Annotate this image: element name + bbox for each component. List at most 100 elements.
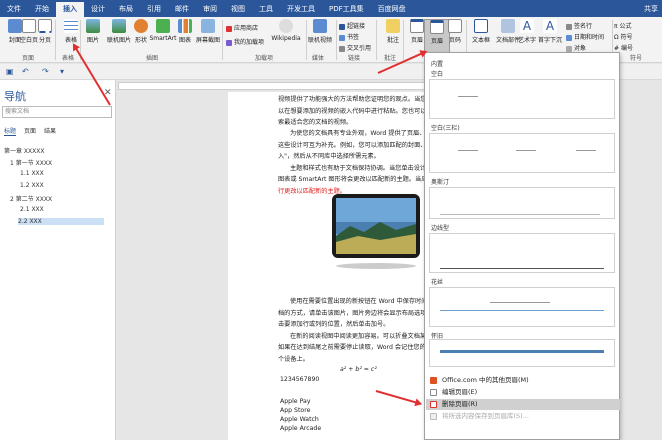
my-addins-button[interactable]: 我的加载项 (226, 37, 264, 46)
online-video-button[interactable]: 联机视频 (306, 19, 334, 44)
placeholder-line (516, 150, 536, 151)
comment-icon (386, 19, 400, 33)
undo-icon[interactable]: ↶ (22, 67, 29, 76)
screenshot-icon (201, 19, 215, 33)
gallery-label: 花丝 (431, 279, 444, 286)
tab-tools[interactable]: 工具 (252, 2, 280, 17)
header-template-austin[interactable] (429, 187, 615, 219)
nav-heading-item[interactable]: 1 第一节 XXXX (10, 158, 52, 167)
picture-button[interactable]: 图片 (80, 19, 106, 44)
signature-line-button[interactable]: 签名行 (566, 21, 592, 30)
remove-header-menu-item[interactable]: 删除页眉(R) (426, 399, 620, 410)
doc-paragraph-line: 击要添加行或列的位置，然后单击加号。 (278, 321, 390, 328)
page-number-button[interactable]: 页码 (442, 19, 468, 44)
tab-pdf-tools[interactable]: PDF工具集 (322, 2, 371, 17)
header-template-filigree[interactable] (429, 287, 615, 327)
edit-header-icon (430, 389, 437, 396)
nav-title: 导航 (4, 90, 26, 103)
group-separator (336, 20, 337, 60)
placeholder-line (458, 150, 478, 151)
group-label-symbols: 符号 (630, 55, 643, 62)
wikipedia-icon (279, 19, 293, 33)
bookmark-icon (339, 34, 345, 41)
doc-paragraph-line: 索最适合您的文档的视频。 (278, 119, 353, 126)
equation-button[interactable]: π 公式 (614, 21, 632, 30)
calendar-icon (566, 34, 572, 41)
text-box-button[interactable]: 文本框 (468, 19, 494, 44)
save-icon[interactable]: ▣ (6, 67, 14, 76)
remove-header-icon (430, 401, 437, 408)
object-button[interactable]: 对象 (566, 43, 586, 52)
nav-search-input[interactable]: 搜索文档 (2, 106, 112, 118)
group-label-media: 媒体 (312, 55, 325, 62)
equation-text: a² + b² = c² (340, 366, 377, 373)
table-icon (64, 19, 78, 33)
symbol-button[interactable]: Ω 符号 (614, 32, 633, 41)
video-icon (313, 19, 327, 33)
share-button[interactable]: 共享 (644, 2, 662, 17)
header-template-blank-three-column[interactable] (429, 133, 615, 173)
screenshot-button[interactable]: 屏幕截图 (194, 19, 222, 44)
tab-design[interactable]: 设计 (84, 2, 112, 17)
group-label-comments: 批注 (384, 55, 397, 62)
cross-reference-icon (339, 45, 345, 52)
nav-heading-item-selected[interactable]: 2.2 XXX (18, 218, 104, 225)
drop-cap-button[interactable]: A 首字下沉 (536, 19, 564, 44)
group-label-links: 链接 (348, 55, 361, 62)
wordart-icon: A (520, 19, 534, 33)
tab-mailings[interactable]: 邮件 (168, 2, 196, 17)
gallery-label: 边线型 (431, 225, 450, 232)
bookmark-button[interactable]: 书签 (339, 32, 359, 41)
group-separator (55, 20, 56, 60)
nav-heading-item[interactable]: 2.1 XXX (20, 206, 44, 213)
cross-reference-button[interactable]: 交叉引用 (339, 43, 371, 52)
tab-file[interactable]: 文件 (0, 2, 28, 17)
date-time-button[interactable]: 日期和时间 (566, 32, 604, 41)
tab-baidu-netdisk[interactable]: 百度网盘 (371, 2, 413, 17)
page-number-icon (448, 19, 462, 33)
header-template-blank[interactable] (429, 79, 615, 119)
nav-heading-item[interactable]: 1.1 XXX (20, 170, 44, 177)
doc-paragraph-line: 个设备上。 (278, 356, 309, 363)
shapes-icon (134, 19, 148, 33)
number-icon: # (614, 45, 621, 52)
online-picture-icon (112, 19, 126, 33)
tablet-landscape-image[interactable] (330, 192, 422, 272)
tab-review[interactable]: 审阅 (196, 2, 224, 17)
list-item: Apple Arcade (280, 425, 322, 432)
placeholder-line (440, 214, 600, 215)
tab-view[interactable]: 视图 (224, 2, 252, 17)
header-template-sideline[interactable] (429, 233, 615, 273)
nav-tab-results[interactable]: 结果 (44, 126, 56, 135)
edit-header-menu-item[interactable]: 编辑页眉(E) (426, 387, 620, 398)
placeholder-line (458, 96, 478, 97)
nav-heading-item[interactable]: 1.2 XXX (20, 182, 44, 189)
tab-home[interactable]: 开始 (28, 2, 56, 17)
header-dropdown-menu: 内置 空白 空白(三栏) 奥斯汀 边线型 花丝 怀旧 Office.com 中的… (424, 52, 620, 440)
numbering-button[interactable]: # 编号 (614, 43, 633, 52)
more-headers-from-office-menu-item[interactable]: Office.com 中的其他页眉(M) (426, 375, 620, 386)
tab-insert[interactable]: 插入 (56, 2, 84, 17)
placeholder-line (440, 350, 604, 353)
group-separator (376, 20, 377, 60)
redo-icon[interactable]: ↷ (42, 67, 49, 76)
nav-heading-item[interactable]: 第一章 XXXXX (4, 146, 44, 155)
group-label-illustrations: 插图 (146, 55, 159, 62)
placeholder-line (440, 310, 604, 311)
nav-heading-item[interactable]: 2 第二节 XXXX (10, 194, 52, 203)
navigation-pane: 导航 ✕ 搜索文档 标题 页面 结果 第一章 XXXXX 1 第一节 XXXX … (0, 80, 116, 440)
app-store-button[interactable]: 应用商店 (226, 23, 258, 32)
hyperlink-button[interactable]: 超链接 (339, 21, 365, 30)
customize-icon[interactable]: ▾ (60, 67, 64, 76)
nav-tab-pages[interactable]: 页面 (24, 126, 36, 135)
smartart-icon (156, 19, 170, 33)
wikipedia-button[interactable]: Wikipedia (268, 19, 304, 42)
tab-developer[interactable]: 开发工具 (280, 2, 322, 17)
nav-tab-headings[interactable]: 标题 (4, 126, 17, 136)
header-template-retrospect[interactable] (429, 339, 615, 367)
gallery-label: 空白 (431, 71, 444, 78)
section-label-builtin: 内置 (431, 61, 444, 68)
signature-icon (566, 23, 572, 30)
tab-layout[interactable]: 布局 (112, 2, 140, 17)
tab-references[interactable]: 引用 (140, 2, 168, 17)
